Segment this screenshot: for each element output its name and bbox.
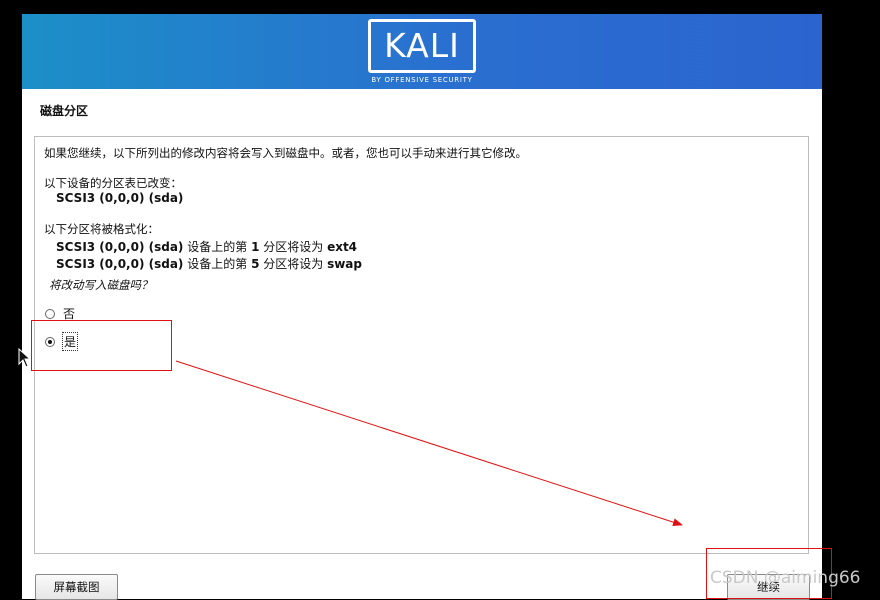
watermark: CSDN @aiming66 (710, 568, 861, 588)
annotation-arrow-icon (175, 360, 683, 527)
